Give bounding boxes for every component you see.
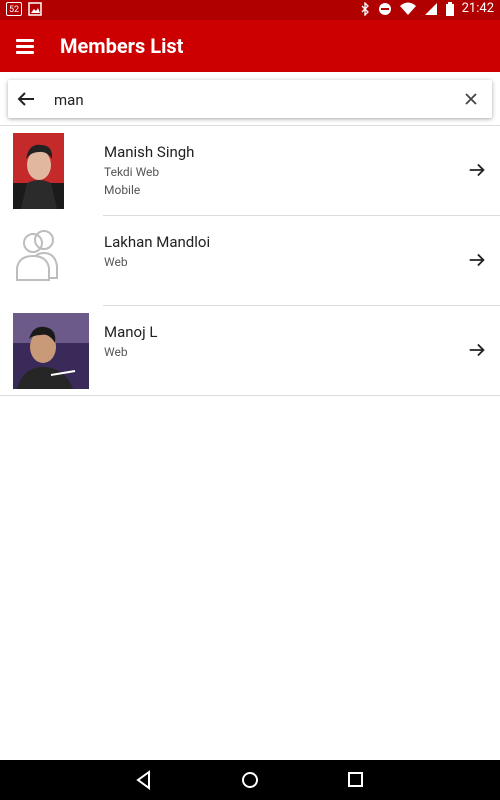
member-avatar xyxy=(13,313,89,389)
app-bar: Members List xyxy=(0,20,500,72)
battery-icon xyxy=(445,1,454,16)
do-not-disturb-icon xyxy=(378,2,391,15)
arrow-forward-icon[interactable] xyxy=(466,159,488,181)
back-nav-icon[interactable] xyxy=(133,769,155,791)
member-name: Lakhan Mandloi xyxy=(104,233,211,251)
clock: 21:42 xyxy=(461,1,494,16)
member-detail: Web xyxy=(104,345,128,359)
search-bar xyxy=(8,80,492,118)
page-title: Members List xyxy=(60,34,184,58)
status-right: 21:42 xyxy=(360,1,494,16)
member-avatar xyxy=(13,133,64,209)
back-arrow-icon[interactable] xyxy=(14,87,38,111)
image-notification-icon xyxy=(28,2,42,16)
arrow-forward-icon[interactable] xyxy=(466,339,488,361)
member-name: Manoj L xyxy=(104,323,158,341)
divider xyxy=(0,395,500,396)
wifi-icon xyxy=(399,2,416,15)
member-detail: Tekdi Web xyxy=(104,165,160,179)
clear-search-icon[interactable] xyxy=(462,90,480,108)
status-left: 52 xyxy=(6,2,42,16)
menu-icon[interactable] xyxy=(14,34,38,58)
home-nav-icon[interactable] xyxy=(239,769,261,791)
group-icon xyxy=(16,230,58,281)
notification-badge: 52 xyxy=(6,2,22,16)
recents-nav-icon[interactable] xyxy=(345,769,367,791)
member-name: Manish Singh xyxy=(104,143,195,161)
member-detail: Mobile xyxy=(104,183,141,197)
bluetooth-icon xyxy=(361,1,369,16)
member-row[interactable]: Manoj L Web xyxy=(0,306,500,396)
system-nav-bar xyxy=(0,760,500,800)
arrow-forward-icon[interactable] xyxy=(466,249,488,271)
member-row[interactable]: Lakhan Mandloi Web xyxy=(0,216,500,306)
cell-signal-icon xyxy=(424,2,437,15)
member-row[interactable]: Manish Singh Tekdi Web Mobile xyxy=(0,126,500,216)
status-bar: 52 21:42 xyxy=(0,0,500,20)
search-input[interactable] xyxy=(52,86,416,114)
member-detail: Web xyxy=(104,255,128,269)
